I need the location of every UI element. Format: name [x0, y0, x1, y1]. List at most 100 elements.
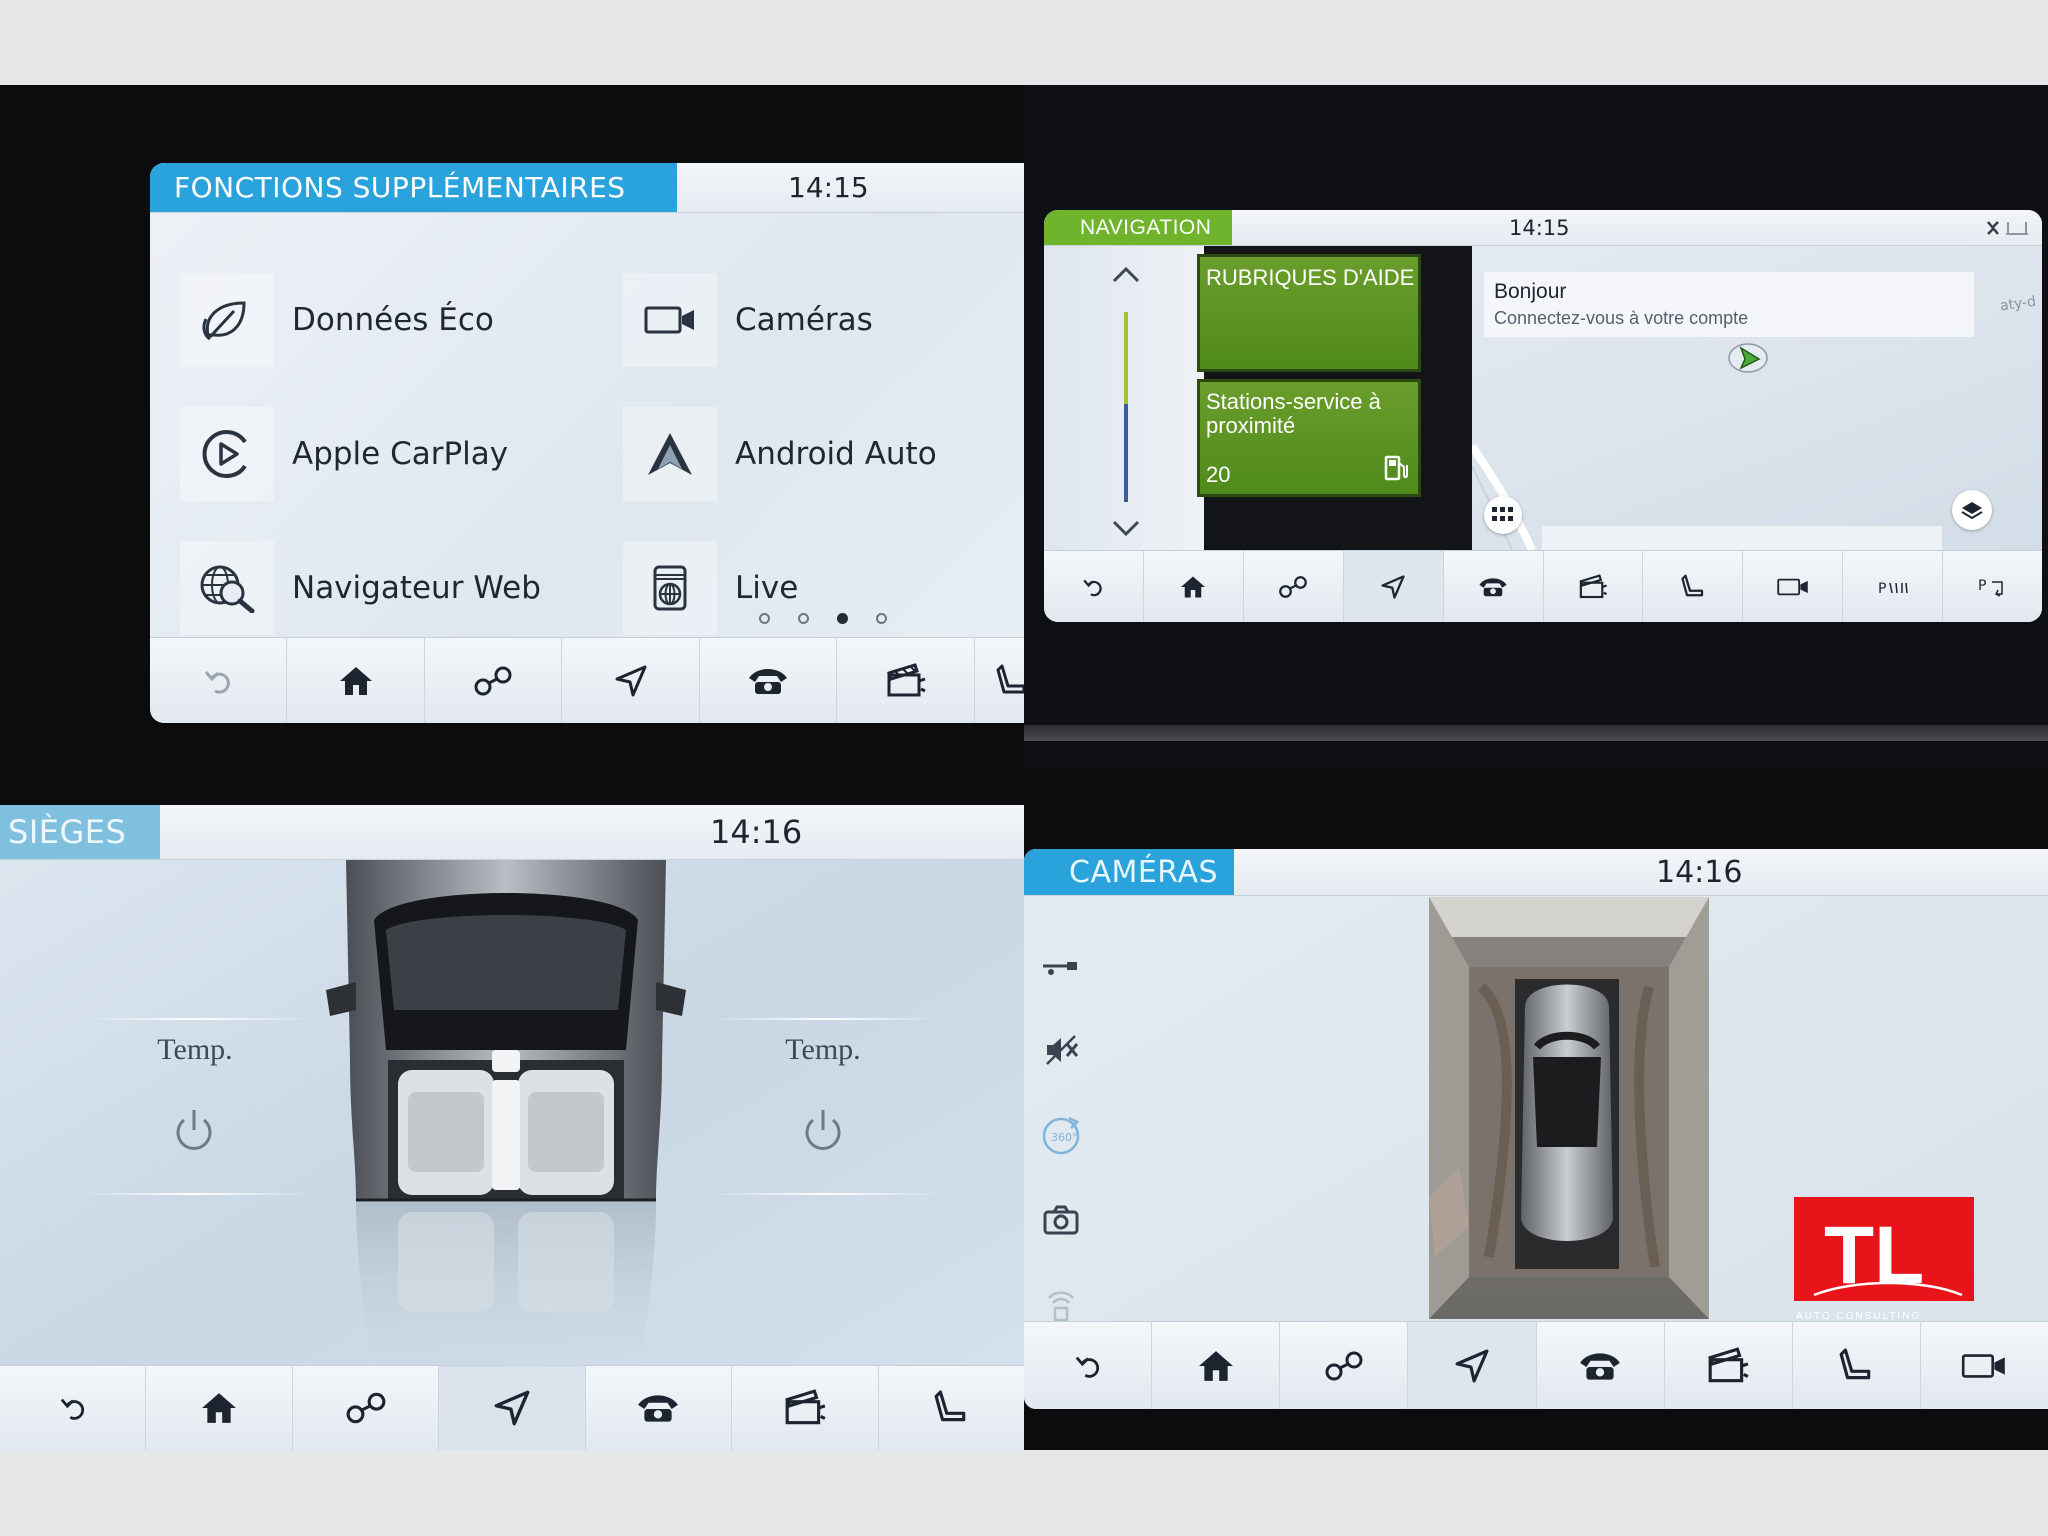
home-button[interactable] [1152, 1322, 1281, 1409]
help-topics-label: RUBRIQUES D'AIDE [1206, 265, 1415, 290]
connected-button[interactable] [1280, 1322, 1409, 1409]
media-button[interactable] [1544, 551, 1644, 622]
tile-donnees-eco[interactable]: Données Éco [180, 273, 494, 367]
tl-auto-consulting-logo: TL AUTO CONSULTING [1794, 1197, 1974, 1325]
camera-surround-view[interactable] [1429, 897, 1709, 1319]
navigation-button[interactable] [1408, 1322, 1537, 1409]
phone-button[interactable] [1537, 1322, 1665, 1409]
navigation-button[interactable] [1343, 551, 1444, 622]
svg-text:P: P [1978, 578, 1986, 594]
map-layers-button[interactable] [1952, 490, 1992, 530]
layers-icon [1961, 502, 1983, 519]
connected-button[interactable] [293, 1366, 440, 1450]
left-seat-power-button[interactable] [172, 1108, 216, 1158]
help-topics-tile[interactable]: RUBRIQUES D'AIDE [1197, 254, 1421, 372]
welcome-card[interactable]: Bonjour Connectez-vous à votre compte [1484, 272, 1974, 337]
snapshot-camera-icon [1043, 1205, 1079, 1235]
navigation-screen: NAVIGATION 14:15 RUBRIQUES D'AIDE Statio… [1044, 210, 2042, 622]
phone-button[interactable] [1444, 551, 1544, 622]
scroll-thumb[interactable] [1124, 312, 1128, 404]
navigation-button[interactable] [562, 638, 700, 723]
tow-bar-button[interactable] [1036, 941, 1086, 991]
tile-navigateur-web[interactable]: Navigateur Web [180, 541, 541, 635]
seat-button[interactable] [975, 638, 1024, 723]
back-button[interactable] [0, 1366, 147, 1450]
seat-icon [1681, 574, 1704, 596]
navigation-title: NAVIGATION [1044, 210, 1232, 245]
mute-guidelines-button[interactable] [1036, 1025, 1086, 1075]
android-auto-icon [623, 407, 717, 501]
back-icon [1083, 579, 1103, 596]
connected-icon [346, 1392, 385, 1424]
page-dot-2[interactable] [798, 613, 809, 624]
tile-android-auto-label: Android Auto [735, 436, 937, 472]
connected-icon [1325, 1351, 1363, 1380]
back-button[interactable] [1024, 1322, 1153, 1409]
seat-button[interactable] [1643, 551, 1744, 622]
tile-cameras[interactable]: Caméras [623, 273, 873, 367]
seat-button[interactable] [879, 1366, 1024, 1450]
connected-button[interactable] [1244, 551, 1344, 622]
search-bar[interactable] [1542, 526, 1942, 550]
navigation-icon [1381, 574, 1405, 599]
welcome-title: Bonjour [1494, 280, 1567, 303]
right-seat-power-button[interactable] [801, 1108, 845, 1158]
camera-feed-image [1429, 897, 1709, 1319]
back-button[interactable] [1044, 551, 1144, 622]
page-dot-3-active[interactable] [837, 613, 848, 624]
media-button[interactable] [732, 1366, 879, 1450]
scroll-up-icon[interactable] [1112, 265, 1140, 287]
snapshot-button[interactable] [1036, 1195, 1086, 1245]
seats-screen: SIÈGES 14:16 Temp. Temp. [0, 805, 1024, 1450]
fuel-stations-count: 20 [1206, 462, 1231, 487]
back-icon [60, 1398, 84, 1420]
navigation-header: NAVIGATION 14:15 [1044, 210, 2042, 246]
media-button[interactable] [837, 638, 975, 723]
media-button[interactable] [1665, 1322, 1793, 1409]
app-grid-button[interactable] [1484, 496, 1522, 534]
home-button[interactable] [287, 638, 425, 723]
map-view[interactable]: Bonjour Connectez-vous à votre compte at… [1472, 246, 2042, 550]
map-settings-icon[interactable] [1984, 218, 2032, 238]
parking-aid-button[interactable]: P [1843, 551, 1944, 622]
seat-icon [1839, 1348, 1871, 1379]
phone-button[interactable] [586, 1366, 733, 1450]
360-view-button[interactable]: 360° [1036, 1111, 1086, 1161]
cameras-navbar [1024, 1321, 2048, 1409]
page-indicator[interactable] [759, 613, 887, 624]
scroll-track[interactable] [1124, 312, 1128, 502]
camera-icon [1962, 1353, 2006, 1378]
navigation-icon [1455, 1349, 1489, 1382]
home-icon [1198, 1350, 1233, 1381]
live-icon [623, 541, 717, 635]
phone-button[interactable] [700, 638, 838, 723]
media-icon [886, 662, 926, 696]
camera-button[interactable] [1921, 1322, 2048, 1409]
seat-icon [934, 1390, 966, 1422]
connected-button[interactable] [425, 638, 563, 723]
page-dot-1[interactable] [759, 613, 770, 624]
power-icon [176, 1110, 212, 1150]
seat-icon [996, 664, 1024, 693]
right-divider-bottom [712, 1193, 942, 1195]
scroll-down-icon[interactable] [1112, 520, 1140, 542]
phone-icon [1479, 577, 1507, 596]
welcome-subtitle: Connectez-vous à votre compte [1494, 308, 1749, 328]
page-dot-4[interactable] [876, 613, 887, 624]
home-button[interactable] [146, 1366, 293, 1450]
tile-android-auto[interactable]: Android Auto [623, 407, 937, 501]
back-button[interactable] [150, 638, 288, 723]
camera-button[interactable] [1743, 551, 1844, 622]
navigation-button[interactable] [439, 1366, 586, 1450]
360-view-icon: 360° [1042, 1116, 1080, 1155]
phone-icon [749, 668, 788, 694]
home-button[interactable] [1144, 551, 1244, 622]
park-assist-button[interactable]: P [1943, 551, 2042, 622]
tile-apple-carplay-label: Apple CarPlay [292, 436, 509, 472]
tile-apple-carplay[interactable]: Apple CarPlay [180, 407, 508, 501]
mute-guidelines-icon [1046, 1035, 1079, 1065]
cameras-time: 14:16 [1656, 854, 1743, 890]
seat-button[interactable] [1793, 1322, 1921, 1409]
eco-leaf-icon [180, 273, 274, 367]
fuel-stations-tile[interactable]: Stations-service à proximité 20 [1197, 379, 1421, 497]
